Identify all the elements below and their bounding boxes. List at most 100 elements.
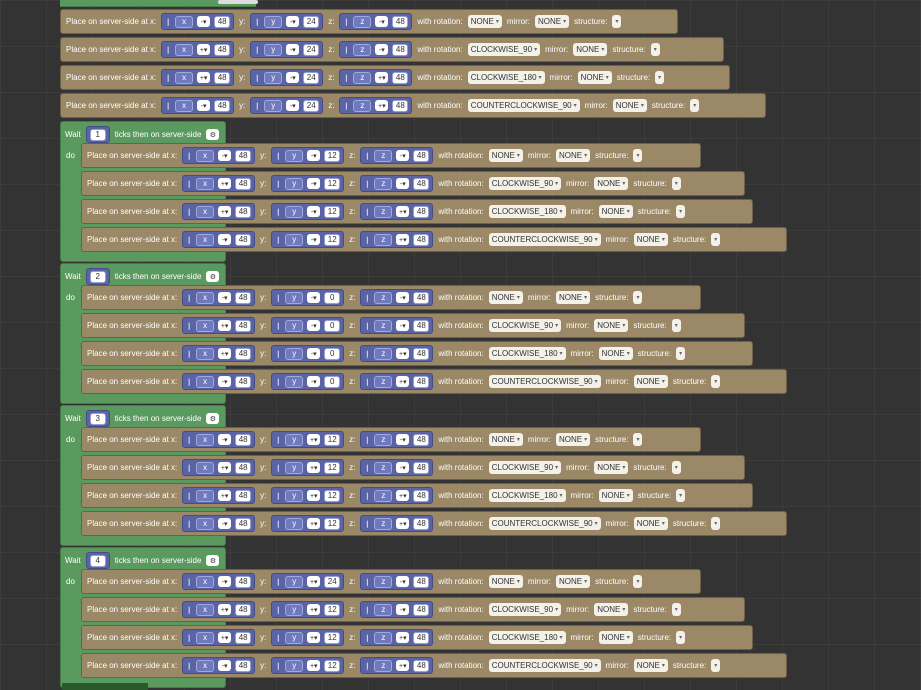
ticks-value[interactable]: 1 xyxy=(89,128,106,141)
y-expression[interactable]: ❙ y +▾ 12 xyxy=(271,487,345,504)
structure-input[interactable]: ▾ xyxy=(676,489,686,502)
x-variable[interactable]: x xyxy=(196,347,215,360)
mirror-dropdown[interactable]: NONE ▾ xyxy=(555,291,591,304)
y-offset-value[interactable]: 0 xyxy=(324,319,341,332)
z-operator-dropdown[interactable]: -▾ xyxy=(396,320,410,331)
mirror-dropdown[interactable]: NONE ▾ xyxy=(594,603,629,616)
z-offset-value[interactable]: 48 xyxy=(413,517,430,530)
y-variable[interactable]: y xyxy=(285,149,304,162)
structure-input[interactable]: ▾ xyxy=(650,43,660,56)
z-offset-value[interactable]: 48 xyxy=(413,631,430,644)
y-operator-dropdown[interactable]: -▾ xyxy=(307,348,321,359)
x-offset-value[interactable]: 48 xyxy=(235,603,252,616)
x-operator-dropdown[interactable]: -▾ xyxy=(218,150,232,161)
x-expression[interactable]: ❙ x -▾ 48 xyxy=(182,373,256,390)
rotation-dropdown[interactable]: CLOCKWISE_180 ▾ xyxy=(488,347,566,360)
z-variable[interactable]: z xyxy=(353,15,372,28)
z-expression[interactable]: ❙ z -▾ 48 xyxy=(360,289,434,306)
y-variable[interactable]: y xyxy=(285,375,304,388)
z-expression[interactable]: ❙ z -▾ 48 xyxy=(339,13,413,30)
mirror-dropdown[interactable]: NONE ▾ xyxy=(555,149,591,162)
x-expression[interactable]: ❙ x -▾ 48 xyxy=(182,657,256,674)
rotation-dropdown[interactable]: NONE ▾ xyxy=(467,15,502,28)
ticks-value[interactable]: 4 xyxy=(89,554,106,567)
x-offset-value[interactable]: 48 xyxy=(235,575,252,588)
y-expression[interactable]: ❙ y -▾ 24 xyxy=(250,41,324,58)
z-variable[interactable]: z xyxy=(353,43,372,56)
y-expression[interactable]: ❙ y -▾ 0 xyxy=(271,373,345,390)
x-offset-value[interactable]: 48 xyxy=(214,43,231,56)
z-expression[interactable]: ❙ z -▾ 48 xyxy=(360,147,434,164)
z-variable[interactable]: z xyxy=(374,291,393,304)
y-offset-value[interactable]: 0 xyxy=(324,375,341,388)
place-block[interactable]: Place on server-side at x: ❙ x -▾ 48 y: ❙ y +▾ 12… xyxy=(81,653,787,678)
place-block[interactable]: Place on server-side at x: ❙ x -▾ 48 y: ❙ y -▾ 24… xyxy=(60,93,766,118)
y-expression[interactable]: ❙ y -▾ 12 xyxy=(271,203,345,220)
x-operator-dropdown[interactable]: +▾ xyxy=(218,178,232,189)
mirror-dropdown[interactable]: NONE ▾ xyxy=(633,375,668,388)
mirror-dropdown[interactable]: NONE ▾ xyxy=(594,461,629,474)
rotation-dropdown[interactable]: NONE ▾ xyxy=(488,149,523,162)
y-variable[interactable]: y xyxy=(285,347,304,360)
y-variable[interactable]: y xyxy=(285,603,304,616)
structure-input[interactable]: ▾ xyxy=(612,15,622,28)
rotation-dropdown[interactable]: COUNTERCLOCKWISE_90 ▾ xyxy=(488,517,601,530)
z-offset-value[interactable]: 48 xyxy=(413,149,430,162)
structure-input[interactable]: ▾ xyxy=(676,631,686,644)
y-expression[interactable]: ❙ y -▾ 12 xyxy=(271,175,345,192)
z-expression[interactable]: ❙ z +▾ 48 xyxy=(360,231,434,248)
z-variable[interactable]: z xyxy=(374,517,393,530)
z-variable[interactable]: z xyxy=(374,659,393,672)
place-block[interactable]: Place on server-side at x: ❙ x +▾ 48 y: ❙ y -▾ 0 z… xyxy=(81,313,745,338)
structure-input[interactable]: ▾ xyxy=(671,319,681,332)
rotation-dropdown[interactable]: NONE ▾ xyxy=(488,291,523,304)
y-offset-value[interactable]: 24 xyxy=(324,575,341,588)
y-offset-value[interactable]: 12 xyxy=(324,489,341,502)
x-variable[interactable]: x xyxy=(196,489,215,502)
x-offset-value[interactable]: 48 xyxy=(235,659,252,672)
z-offset-value[interactable]: 48 xyxy=(413,319,430,332)
x-expression[interactable]: ❙ x +▾ 48 xyxy=(182,629,256,646)
y-expression[interactable]: ❙ y +▾ 12 xyxy=(271,431,345,448)
place-block[interactable]: Place on server-side at x: ❙ x -▾ 48 y: ❙ y -▾ 0 z… xyxy=(81,369,787,394)
y-offset-value[interactable]: 12 xyxy=(324,149,341,162)
z-variable[interactable]: z xyxy=(374,177,393,190)
x-expression[interactable]: ❙ x +▾ 48 xyxy=(182,487,256,504)
blockly-workspace[interactable]: Place on server-side at x: ❙ x -▾ 48 y: ❙ y -▾ 24… xyxy=(0,0,921,690)
x-operator-dropdown[interactable]: -▾ xyxy=(218,234,232,245)
y-offset-value[interactable]: 12 xyxy=(324,517,341,530)
place-block[interactable]: Place on server-side at x: ❙ x +▾ 48 y: ❙ y +▾ 12… xyxy=(81,597,745,622)
z-offset-value[interactable]: 48 xyxy=(392,99,409,112)
z-expression[interactable]: ❙ z -▾ 48 xyxy=(339,41,413,58)
z-expression[interactable]: ❙ z +▾ 48 xyxy=(360,629,434,646)
structure-input[interactable]: ▾ xyxy=(711,375,721,388)
place-block[interactable]: Place on server-side at x: ❙ x -▾ 48 y: ❙ y -▾ 12… xyxy=(81,143,701,168)
z-expression[interactable]: ❙ z -▾ 48 xyxy=(360,573,434,590)
y-variable[interactable]: y xyxy=(285,517,304,530)
mirror-dropdown[interactable]: NONE ▾ xyxy=(633,659,668,672)
mirror-dropdown[interactable]: NONE ▾ xyxy=(633,233,668,246)
z-variable[interactable]: z xyxy=(374,433,393,446)
y-offset-value[interactable]: 24 xyxy=(303,15,320,28)
y-operator-dropdown[interactable]: +▾ xyxy=(307,462,321,473)
z-operator-dropdown[interactable]: -▾ xyxy=(375,16,389,27)
z-operator-dropdown[interactable]: -▾ xyxy=(375,44,389,55)
y-operator-dropdown[interactable]: +▾ xyxy=(307,604,321,615)
y-offset-value[interactable]: 24 xyxy=(303,99,320,112)
y-offset-value[interactable]: 12 xyxy=(324,659,341,672)
y-operator-dropdown[interactable]: -▾ xyxy=(307,178,321,189)
x-variable[interactable]: x xyxy=(196,291,215,304)
structure-input[interactable]: ▾ xyxy=(711,517,721,530)
y-variable[interactable]: y xyxy=(264,43,283,56)
x-expression[interactable]: ❙ x +▾ 48 xyxy=(182,459,256,476)
x-variable[interactable]: x xyxy=(196,575,215,588)
y-variable[interactable]: y xyxy=(285,205,304,218)
x-offset-value[interactable]: 48 xyxy=(214,15,231,28)
y-expression[interactable]: ❙ y -▾ 0 xyxy=(271,345,345,362)
x-expression[interactable]: ❙ x -▾ 48 xyxy=(182,431,256,448)
x-variable[interactable]: x xyxy=(196,233,215,246)
rotation-dropdown[interactable]: CLOCKWISE_180 ▾ xyxy=(488,631,566,644)
y-expression[interactable]: ❙ y -▾ 12 xyxy=(271,147,345,164)
y-expression[interactable]: ❙ y +▾ 12 xyxy=(271,459,345,476)
y-offset-value[interactable]: 0 xyxy=(324,291,341,304)
